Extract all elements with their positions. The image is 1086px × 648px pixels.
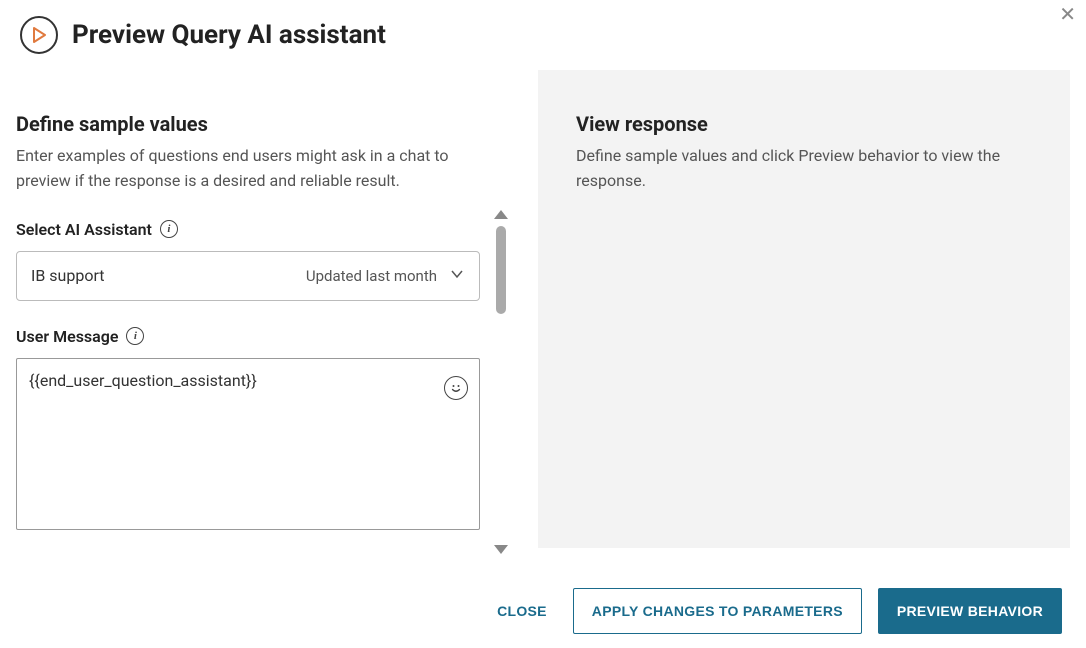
dialog-body: Define sample values Enter examples of q… <box>0 70 1086 548</box>
assistant-select[interactable]: IB support Updated last month <box>16 251 480 301</box>
dialog-header: Preview Query AI assistant <box>0 0 1086 70</box>
apply-changes-button[interactable]: APPLY CHANGES TO PARAMETERS <box>573 588 862 634</box>
response-description: Define sample values and click Preview b… <box>576 144 1032 194</box>
user-message-field: User Message i <box>16 327 514 534</box>
define-panel: Define sample values Enter examples of q… <box>16 70 514 548</box>
scroll-down-icon[interactable] <box>494 545 508 554</box>
assistant-field: Select AI Assistant i IB support Updated… <box>16 220 514 301</box>
info-icon[interactable]: i <box>160 220 178 238</box>
scroll-thumb[interactable] <box>496 226 506 314</box>
assistant-select-value: IB support <box>31 266 105 285</box>
scrollbar[interactable] <box>494 112 508 548</box>
dialog-footer: CLOSE APPLY CHANGES TO PARAMETERS PREVIE… <box>487 588 1062 634</box>
define-description: Enter examples of questions end users mi… <box>16 144 514 194</box>
dialog-title: Preview Query AI assistant <box>72 20 386 50</box>
scroll-up-icon[interactable] <box>494 210 508 219</box>
info-icon[interactable]: i <box>126 327 144 345</box>
chevron-down-icon <box>449 266 465 286</box>
response-title: View response <box>576 112 1032 136</box>
user-message-label: User Message <box>16 327 118 346</box>
preview-behavior-button[interactable]: PREVIEW BEHAVIOR <box>878 588 1062 634</box>
response-panel: View response Define sample values and c… <box>538 70 1070 548</box>
close-icon[interactable]: ✕ <box>1055 0 1080 28</box>
emoji-icon[interactable] <box>444 376 468 400</box>
assistant-select-meta: Updated last month <box>306 267 437 285</box>
play-icon <box>20 16 58 54</box>
assistant-label: Select AI Assistant <box>16 220 152 239</box>
define-title: Define sample values <box>16 112 514 136</box>
user-message-input[interactable] <box>16 358 480 530</box>
close-button[interactable]: CLOSE <box>487 589 557 633</box>
